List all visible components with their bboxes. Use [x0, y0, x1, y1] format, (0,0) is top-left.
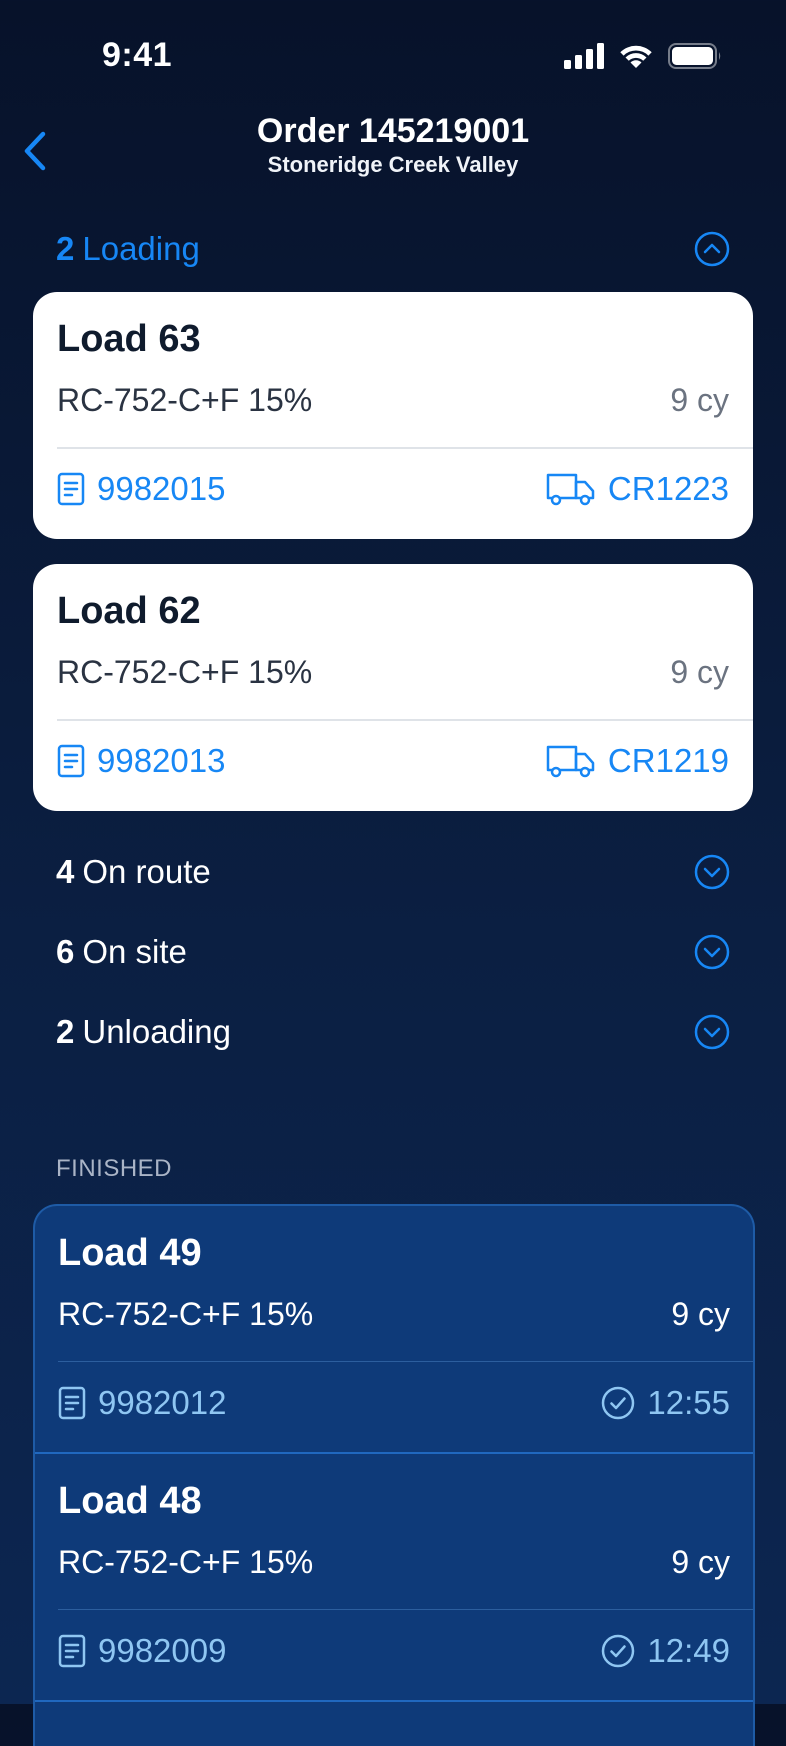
document-icon: [57, 472, 85, 506]
load-mix: RC-752-C+F 15%: [58, 1544, 314, 1580]
page-subtitle: Stoneridge Creek Valley: [267, 152, 519, 177]
check-circle-icon: [602, 1386, 635, 1420]
wifi-icon: [620, 45, 652, 68]
load-title: Load 63: [57, 318, 201, 360]
status-bar: 9:41: [0, 0, 786, 110]
page-title: Order 145219001: [256, 112, 530, 150]
document-icon: [57, 744, 85, 778]
group-header-on-route[interactable]: 4 On route: [56, 847, 730, 897]
truck-number: CR1219: [607, 742, 729, 779]
ticket-info: 9982013: [57, 742, 225, 780]
load-title: Load 49: [58, 1232, 202, 1274]
chevron-down-circle-icon: [694, 854, 730, 890]
truck-icon: [546, 473, 595, 506]
group-count: 4: [56, 853, 75, 890]
load-card[interactable]: Load 62 RC-752-C+F 15% 9 cy 9982013 CR12…: [33, 564, 753, 811]
group-header-on-site[interactable]: 6 On site: [56, 927, 730, 977]
load-title: Load 48: [58, 1480, 202, 1522]
ticket-number: 9982015: [97, 470, 226, 507]
completion-time: 12:55: [601, 1384, 730, 1422]
chevron-down-circle-icon: [694, 1014, 730, 1050]
group-title: 4 On route: [56, 853, 211, 891]
load-title: Load 62: [57, 590, 201, 632]
item-divider: [58, 1361, 753, 1362]
card-divider: [57, 447, 753, 449]
battery-icon: [668, 42, 721, 69]
group-title: 2 Unloading: [56, 1013, 231, 1051]
load-card[interactable]: Load 63 RC-752-C+F 15% 9 cy 9982015 CR12…: [33, 292, 753, 539]
group-count: 2: [56, 230, 75, 267]
group-header-loading[interactable]: 2 Loading: [56, 224, 730, 274]
ticket-info: 9982012: [58, 1384, 226, 1422]
completion-time-value: 12:49: [647, 1632, 730, 1669]
group-label: On route: [82, 853, 211, 890]
load-quantity: 9 cy: [671, 1296, 730, 1332]
chevron-up-circle-icon: [694, 231, 730, 267]
document-icon: [58, 1634, 86, 1668]
status-time: 9:41: [102, 36, 173, 74]
group-label: Unloading: [82, 1013, 231, 1050]
item-divider: [58, 1609, 753, 1610]
chevron-down-circle-icon: [694, 934, 730, 970]
load-quantity: 9 cy: [671, 1544, 730, 1580]
card-divider: [57, 719, 753, 721]
load-mix: RC-752-C+F 15%: [57, 382, 313, 418]
nav-header: Order 145219001 Stoneridge Creek Valley: [0, 108, 786, 188]
group-title: 6 On site: [56, 933, 187, 971]
group-count: 6: [56, 933, 75, 970]
status-icons: [564, 42, 722, 69]
truck-info: CR1223: [546, 470, 729, 508]
truck-info: CR1219: [546, 742, 729, 780]
group-title: 2 Loading: [56, 230, 200, 268]
truck-icon: [546, 745, 595, 778]
group-header-unloading[interactable]: 2 Unloading: [56, 1007, 730, 1057]
load-quantity: 9 cy: [670, 382, 729, 418]
ticket-info: 9982009: [58, 1632, 226, 1670]
load-mix: RC-752-C+F 15%: [58, 1296, 314, 1332]
finished-load-item[interactable]: Load 48 RC-752-C+F 15% 9 cy 9982009 12:4…: [35, 1454, 753, 1702]
completion-time-value: 12:55: [647, 1384, 730, 1421]
group-count: 2: [56, 1013, 75, 1050]
section-label-finished: FINISHED: [56, 1155, 173, 1182]
finished-list: Load 49 RC-752-C+F 15% 9 cy 9982012 12:5…: [33, 1204, 755, 1746]
cellular-signal-icon: [564, 42, 604, 69]
item-separator: [35, 1700, 753, 1702]
ticket-number: 9982013: [97, 742, 226, 779]
check-circle-icon: [602, 1634, 635, 1668]
group-label: Loading: [82, 230, 200, 267]
document-icon: [58, 1386, 86, 1420]
ticket-number: 9982012: [98, 1384, 227, 1421]
load-quantity: 9 cy: [670, 654, 729, 690]
ticket-number: 9982009: [98, 1632, 227, 1669]
completion-time: 12:49: [601, 1632, 730, 1670]
group-label: On site: [82, 933, 187, 970]
load-mix: RC-752-C+F 15%: [57, 654, 313, 690]
ticket-info: 9982015: [57, 470, 225, 508]
truck-number: CR1223: [607, 470, 729, 507]
finished-load-item[interactable]: Load 49 RC-752-C+F 15% 9 cy 9982012 12:5…: [35, 1206, 753, 1454]
